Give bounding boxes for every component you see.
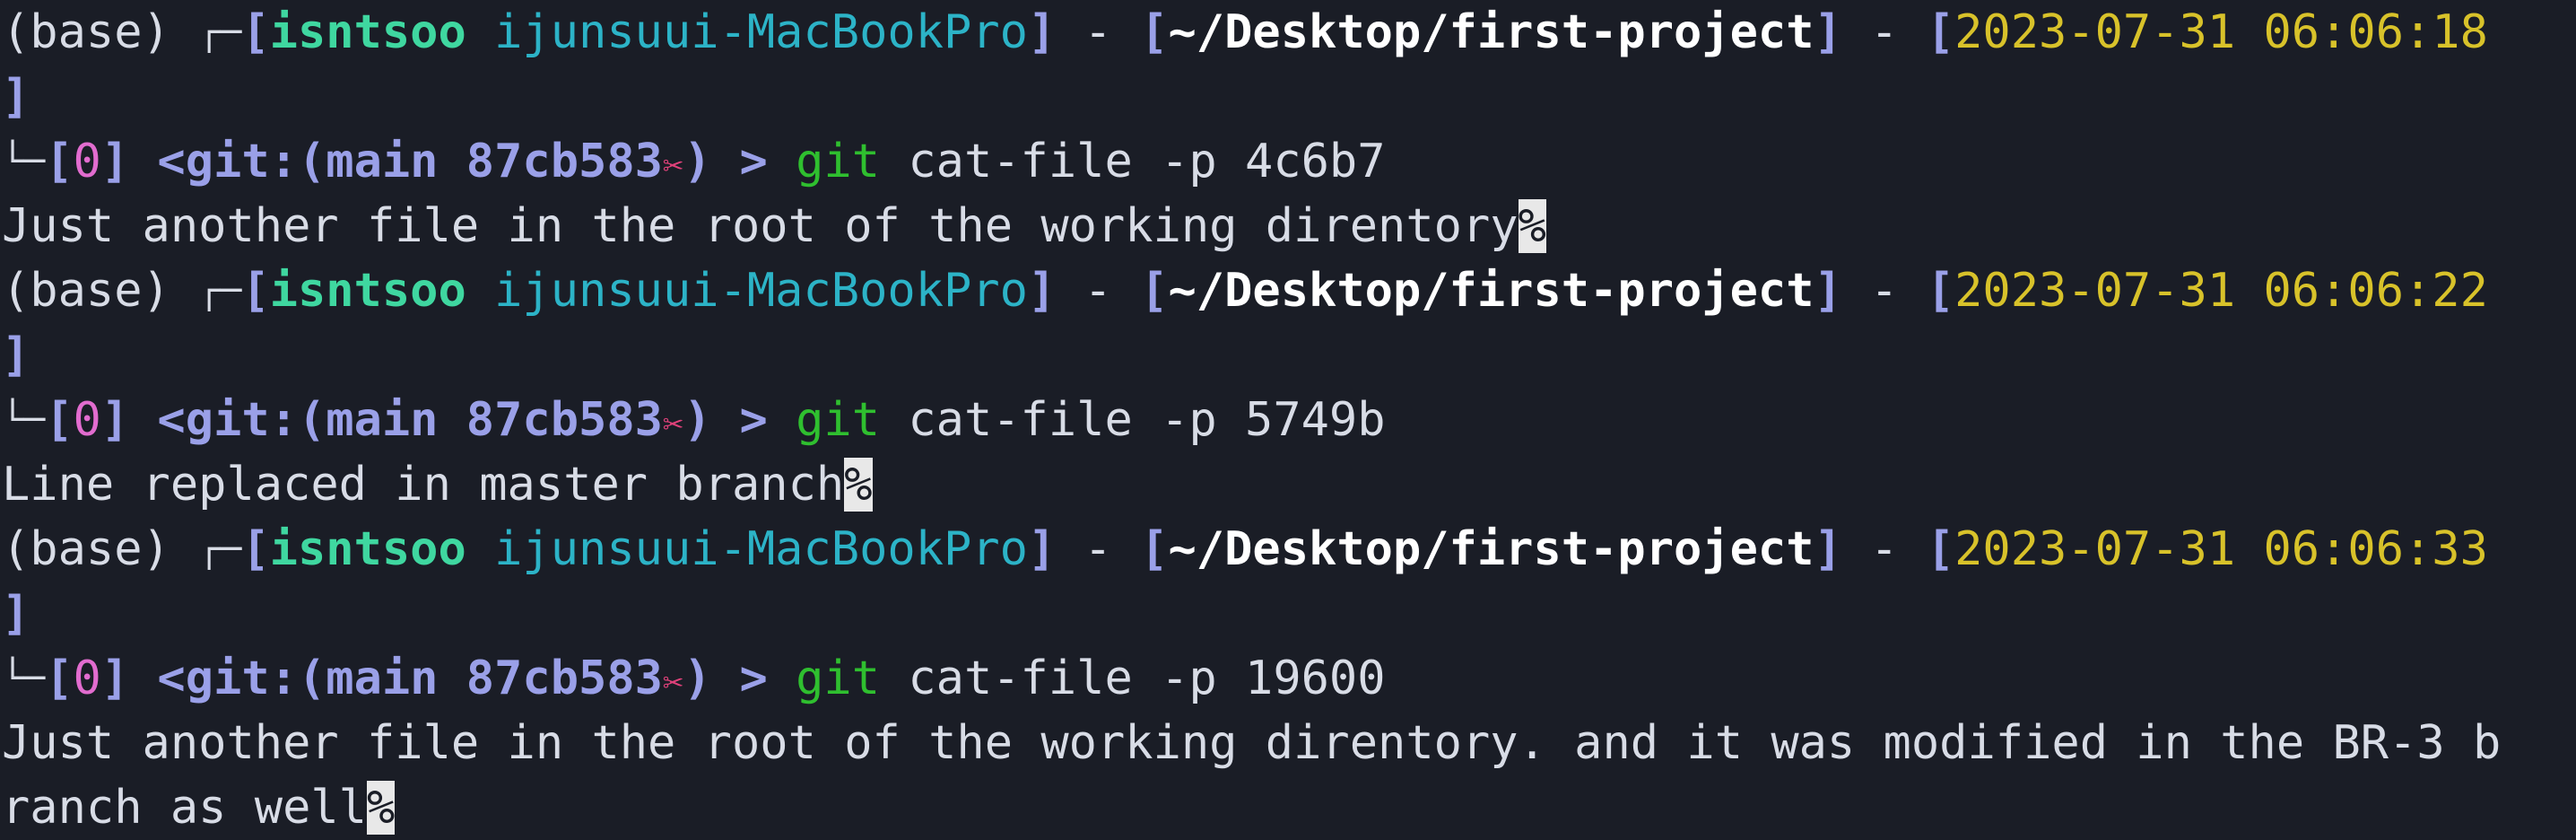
output-line: Just another file in the root of the wor…	[2, 194, 1546, 258]
prompt-cwd: ~/Desktop/first-project	[1168, 522, 1815, 576]
prompt-corner-bottom-icon: └─	[2, 658, 46, 699]
prompt-datetime: 2023-07-31 06:06:22	[1954, 264, 2488, 318]
git-dirty-icon: ✂	[662, 662, 683, 702]
output-line: Just another file in the root of the wor…	[2, 711, 2501, 775]
git-info-close: )	[683, 135, 712, 188]
command-args: cat-file -p 5749b	[908, 393, 1386, 447]
prompt-corner-bottom-icon: └─	[2, 141, 46, 182]
prompt-corner-bottom-icon: └─	[2, 399, 46, 441]
prompt-line-2: (base) ┌─[isntsoo ijunsuui-MacBookPro] -…	[2, 264, 2488, 318]
eol-marker: %	[367, 781, 396, 835]
output-text: Line replaced in master branch	[2, 458, 845, 512]
git-dirty-icon: ✂	[662, 404, 683, 443]
command-line-1: └─[0] <git:(main 87cb583✂) > git cat-fil…	[2, 135, 1386, 188]
prompt-corner-top-icon: ┌─	[198, 12, 242, 53]
command-program: git	[796, 135, 881, 188]
prompt-corner-top-icon: ┌─	[198, 529, 242, 570]
git-branch-info: <git:(main 87cb583	[157, 652, 663, 705]
prompt-wrap-1: ]	[2, 70, 30, 124]
conda-env: (base)	[2, 264, 170, 318]
prompt-host: ijunsuui-MacBookPro	[494, 264, 1028, 318]
prompt-datetime: 2023-07-31 06:06:18	[1954, 5, 2488, 59]
command-args: cat-file -p 19600	[908, 652, 1386, 705]
prompt-user: isntsoo	[269, 5, 466, 59]
prompt-arrow: >	[739, 393, 768, 447]
output-text: Just another file in the root of the wor…	[2, 199, 1519, 253]
prompt-host: ijunsuui-MacBookPro	[494, 5, 1028, 59]
prompt-arrow: >	[739, 135, 768, 188]
git-info-close: )	[683, 393, 712, 447]
exit-code: 0	[73, 135, 101, 188]
command-line-2: └─[0] <git:(main 87cb583✂) > git cat-fil…	[2, 393, 1386, 447]
prompt-line-1: (base) ┌─[isntsoo ijunsuui-MacBookPro] -…	[2, 5, 2488, 59]
conda-env: (base)	[2, 522, 170, 576]
git-dirty-icon: ✂	[662, 145, 683, 185]
git-info-close: )	[683, 652, 712, 705]
output-text: ranch as well	[2, 781, 367, 835]
prompt-wrap-3: ]	[2, 587, 30, 641]
output-line: ranch as well%	[2, 775, 396, 840]
prompt-line-3: (base) ┌─[isntsoo ijunsuui-MacBookPro] -…	[2, 522, 2488, 576]
prompt-arrow: >	[739, 652, 768, 705]
prompt-datetime: 2023-07-31 06:06:33	[1954, 522, 2488, 576]
git-branch-info: <git:(main 87cb583	[157, 393, 663, 447]
prompt-user: isntsoo	[269, 522, 466, 576]
output-line: Line replaced in master branch%	[2, 452, 873, 517]
exit-code: 0	[73, 652, 101, 705]
prompt-user: isntsoo	[269, 264, 466, 318]
terminal-window[interactable]: (base) ┌─[isntsoo ijunsuui-MacBookPro] -…	[0, 0, 2576, 835]
command-program: git	[796, 652, 881, 705]
prompt-cwd: ~/Desktop/first-project	[1168, 264, 1815, 318]
output-text: Just another file in the root of the wor…	[2, 716, 2502, 770]
prompt-host: ijunsuui-MacBookPro	[494, 522, 1028, 576]
command-program: git	[796, 393, 881, 447]
exit-code: 0	[73, 393, 101, 447]
prompt-cwd: ~/Desktop/first-project	[1168, 5, 1815, 59]
prompt-corner-top-icon: ┌─	[198, 270, 242, 311]
command-args: cat-file -p 4c6b7	[908, 135, 1386, 188]
prompt-wrap-2: ]	[2, 328, 30, 382]
git-branch-info: <git:(main 87cb583	[157, 135, 663, 188]
eol-marker: %	[844, 458, 873, 512]
conda-env: (base)	[2, 5, 170, 59]
command-line-3: └─[0] <git:(main 87cb583✂) > git cat-fil…	[2, 652, 1386, 705]
eol-marker: %	[1518, 199, 1546, 253]
